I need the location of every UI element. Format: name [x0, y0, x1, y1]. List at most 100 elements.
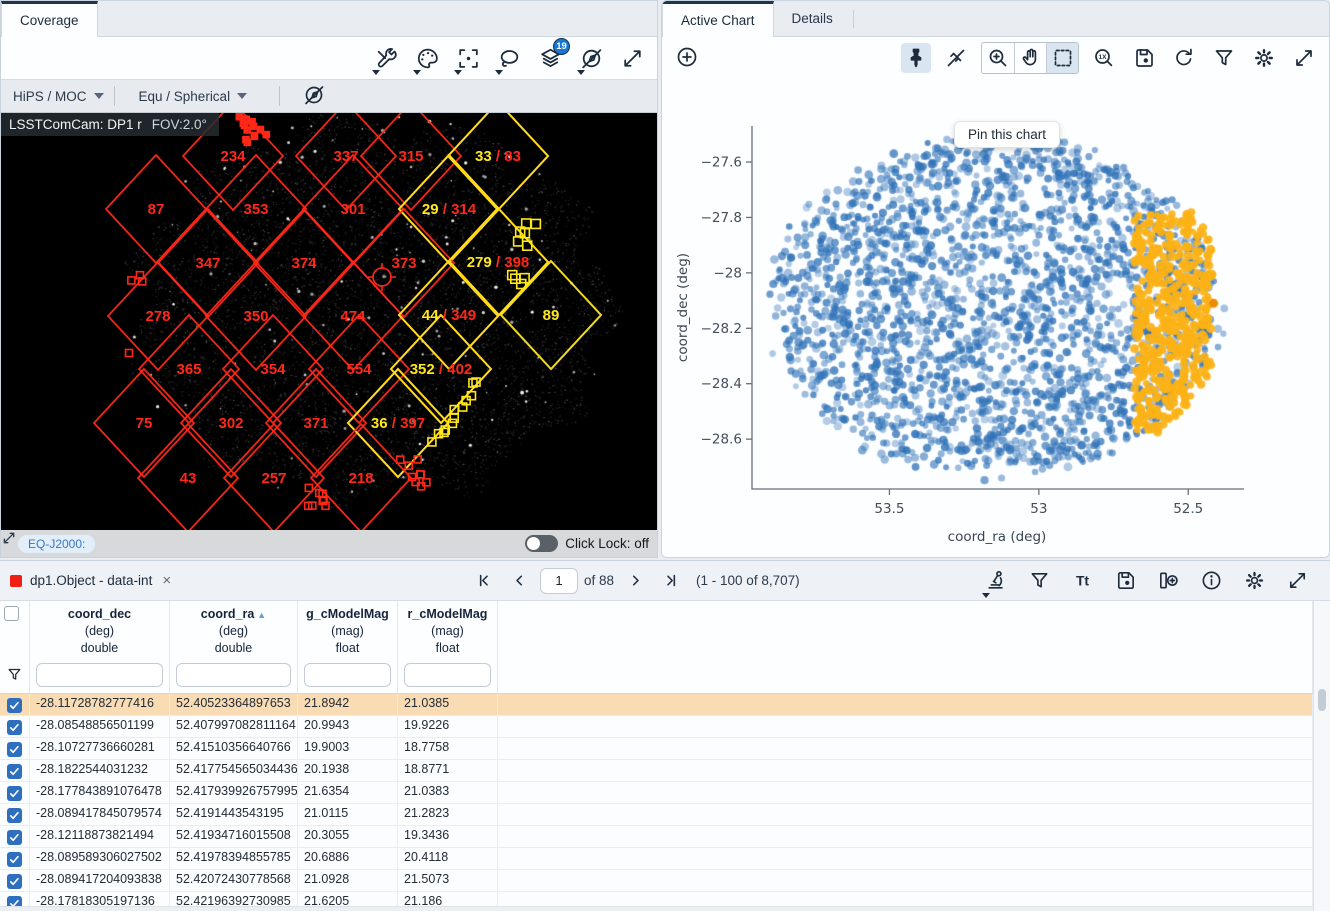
- row-checkbox[interactable]: [7, 808, 22, 823]
- compass-off-button[interactable]: [576, 43, 606, 73]
- y-axis-label: coord_dec (deg): [675, 253, 691, 362]
- table-row[interactable]: -28.1072773666028152.4151035664076619.90…: [0, 738, 1313, 760]
- column-header-coord_ra[interactable]: coord_ra▲(deg)double: [170, 601, 298, 660]
- table-row[interactable]: -28.1172878277741652.4052336489765321.89…: [0, 694, 1313, 716]
- tab-details[interactable]: Details: [774, 1, 851, 36]
- page-input[interactable]: [540, 568, 578, 594]
- scrollbar-thumb[interactable]: [1318, 689, 1326, 711]
- save-button[interactable]: [1129, 43, 1159, 73]
- select-all-checkbox[interactable]: [4, 606, 19, 621]
- tools-button[interactable]: [371, 43, 401, 73]
- check-icon: [9, 832, 20, 843]
- table-row[interactable]: -28.08941784507957452.419144354319521.01…: [0, 804, 1313, 826]
- column-header-r_cModelMag[interactable]: r_cModelMag(mag)float: [398, 601, 498, 660]
- y-tick-label: −28.4: [701, 376, 742, 392]
- zoom-1x-button[interactable]: 1X: [1089, 43, 1119, 73]
- expand-button[interactable]: [617, 43, 647, 73]
- row-checkbox[interactable]: [7, 698, 22, 713]
- table-cell: -28.08548856501199: [30, 716, 170, 737]
- pan-hand-button[interactable]: [1014, 43, 1046, 73]
- table-cell-filler: [498, 848, 1313, 869]
- x-axis-label: coord_ra (deg): [948, 529, 1047, 545]
- column-header-g_cModelMag[interactable]: g_cModelMag(mag)float: [298, 601, 398, 660]
- gear-button[interactable]: [1239, 566, 1269, 596]
- table-cell: 18.8771: [398, 760, 498, 781]
- column-header-coord_dec[interactable]: coord_dec(deg)double: [30, 601, 170, 660]
- filter-input-g_cModelMag[interactable]: [304, 663, 391, 687]
- close-icon[interactable]: ×: [162, 572, 171, 589]
- detection-marker: [263, 132, 269, 138]
- filter-input-coord_dec[interactable]: [36, 663, 163, 687]
- row-checkbox[interactable]: [7, 874, 22, 889]
- table-scrollbar[interactable]: [1313, 601, 1330, 911]
- first-page-button[interactable]: [468, 566, 498, 596]
- next-page-button[interactable]: [620, 566, 650, 596]
- row-checkbox[interactable]: [7, 742, 22, 757]
- table-cell: 21.8942: [298, 694, 398, 715]
- row-checkbox[interactable]: [7, 786, 22, 801]
- row-checkbox[interactable]: [7, 764, 22, 779]
- filter-input-coord_ra[interactable]: [176, 663, 291, 687]
- target-crosshair-icon: [373, 268, 391, 286]
- table-row[interactable]: -28.08941720409383852.4207243077856821.0…: [0, 870, 1313, 892]
- text-icon: Tt: [1071, 569, 1094, 592]
- table-row[interactable]: -28.182254403123252.41775456503443620.19…: [0, 760, 1313, 782]
- filter-button[interactable]: [1024, 566, 1054, 596]
- table-cell: 20.6886: [298, 848, 398, 869]
- row-checkbox[interactable]: [7, 830, 22, 845]
- table-cell: 52.407997082811164: [170, 716, 298, 737]
- filter-icon: [1212, 46, 1236, 70]
- compass-off-icon[interactable]: [302, 83, 326, 110]
- microscope-button[interactable]: [981, 566, 1011, 596]
- pin-button[interactable]: [901, 43, 931, 73]
- table-row[interactable]: -28.1211887382149452.4193471601550820.30…: [0, 826, 1313, 848]
- sky-image[interactable]: 23433731533 / 838735330129 / 31434737437…: [1, 113, 657, 557]
- hips-moc-dropdown[interactable]: HiPS / MOC: [13, 89, 104, 104]
- info-button[interactable]: [1196, 566, 1226, 596]
- filter-input-r_cModelMag[interactable]: [404, 663, 491, 687]
- box-select-button[interactable]: [1046, 43, 1078, 73]
- table-row[interactable]: -28.0854885650119952.40799708281116420.9…: [0, 716, 1313, 738]
- projection-dropdown[interactable]: Equ / Spherical: [139, 89, 248, 104]
- row-checkbox[interactable]: [7, 720, 22, 735]
- row-checkbox[interactable]: [7, 852, 22, 867]
- tile-number-label: 33 / 83: [475, 148, 521, 165]
- filter-button[interactable]: [1209, 43, 1239, 73]
- last-page-button[interactable]: [656, 566, 686, 596]
- select-region-button[interactable]: [494, 43, 524, 73]
- add-column-button[interactable]: [1153, 566, 1183, 596]
- table-row[interactable]: -28.17784389107647852.41793992675799521.…: [0, 782, 1313, 804]
- table-tab[interactable]: dp1.Object - data-int ×: [10, 572, 171, 589]
- prev-page-button[interactable]: [504, 566, 534, 596]
- filter-cell: [298, 660, 398, 693]
- refresh-button[interactable]: [1169, 43, 1199, 73]
- axes-off-button[interactable]: [941, 43, 971, 73]
- tab-coverage[interactable]: Coverage: [1, 1, 98, 37]
- expand-button[interactable]: [1289, 43, 1319, 73]
- pan-hand-icon: [1019, 46, 1043, 70]
- zoom-in-button[interactable]: [982, 43, 1014, 73]
- gear-button[interactable]: [1249, 43, 1279, 73]
- table-bottom-strip: [0, 906, 1313, 911]
- chevron-down-icon: [94, 93, 104, 99]
- tab-active-chart[interactable]: Active Chart: [662, 1, 774, 37]
- palette-button[interactable]: [412, 43, 442, 73]
- expand-button[interactable]: [1282, 566, 1312, 596]
- table-row[interactable]: -28.08958930602750252.4197839485578520.6…: [0, 848, 1313, 870]
- table-cell: 18.7758: [398, 738, 498, 759]
- axes-off-icon: [944, 46, 968, 70]
- recenter-button[interactable]: [453, 43, 483, 73]
- text-button[interactable]: Tt: [1067, 566, 1097, 596]
- coverage-panel: Coverage 19 HiPS / MOC Equ / Spherical 2…: [0, 0, 658, 558]
- filter-toggle[interactable]: [0, 660, 30, 693]
- dropdown-caret-icon: [495, 70, 503, 75]
- layers-button[interactable]: 19: [535, 43, 565, 73]
- chart-region[interactable]: −27.6−27.8−28−28.2−28.4−28.653.55352.5co…: [662, 79, 1329, 557]
- table-cell-filler: [498, 804, 1313, 825]
- divider: [853, 10, 854, 28]
- save-button[interactable]: [1110, 566, 1140, 596]
- add-chart-button[interactable]: [672, 42, 702, 72]
- chart-toolbar: 1X: [662, 37, 1329, 79]
- click-lock-toggle[interactable]: [525, 535, 558, 552]
- table-cell: 52.41934716015508: [170, 826, 298, 847]
